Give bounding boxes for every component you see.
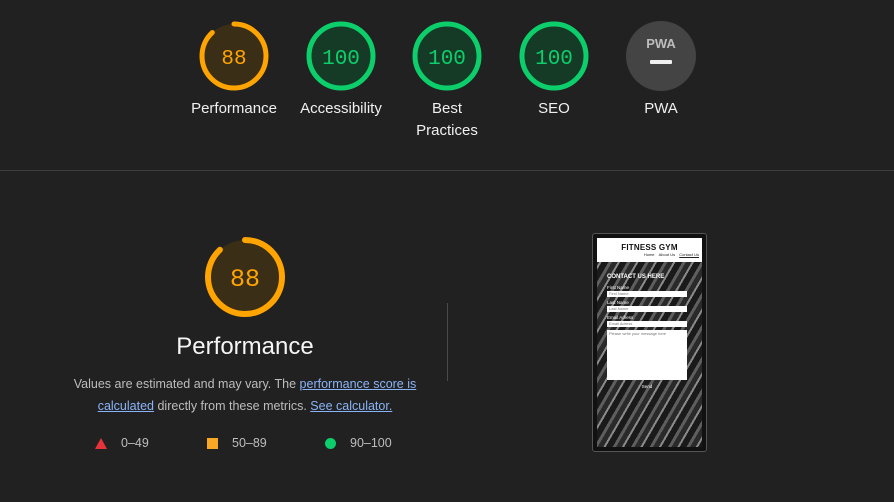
gauge-seo-label: SEO xyxy=(538,100,570,117)
email-field: Email Adress xyxy=(607,321,687,327)
see-calculator-link[interactable]: See calculator. xyxy=(310,399,392,413)
category-gauges: 88 Performance 100 Accessibility 100 Bes… xyxy=(0,0,894,170)
contact-heading: CONTACT US HERE xyxy=(607,274,665,280)
performance-gauge: 88 xyxy=(205,237,285,317)
site-nav: Home About Us Contact Us xyxy=(597,252,702,257)
pwa-badge: PWA xyxy=(626,21,696,91)
vertical-separator xyxy=(447,303,448,381)
performance-description: Values are estimated and may vary. The p… xyxy=(60,373,430,417)
gauge-best-practices-ring: 100 xyxy=(412,21,482,91)
nav-home: Home xyxy=(643,252,655,257)
legend-average-range: 50–89 xyxy=(232,436,267,450)
send-button: Send xyxy=(641,384,653,389)
gauge-seo-score: 100 xyxy=(535,48,573,71)
site-brand: FITNESS GYM xyxy=(621,243,678,252)
gauge-performance-label: Performance xyxy=(191,100,277,117)
phone-screen: FITNESS GYM Home About Us Contact Us CON… xyxy=(597,238,702,447)
legend-pass: 90–100 xyxy=(325,436,392,450)
pwa-badge-text: PWA xyxy=(646,36,676,51)
square-icon xyxy=(207,438,218,450)
section-divider xyxy=(0,170,894,171)
legend-average: 50–89 xyxy=(207,436,267,450)
triangle-icon xyxy=(95,438,107,450)
gauge-best-practices[interactable]: 100 Best Practices xyxy=(392,20,502,142)
site-header: FITNESS GYM Home About Us Contact Us xyxy=(597,238,702,262)
legend-fail: 0–49 xyxy=(95,436,149,450)
performance-section: 88 Performance Values are estimated and … xyxy=(60,235,430,417)
nav-contact: Contact Us xyxy=(679,252,699,257)
gauge-accessibility-score: 100 xyxy=(322,48,360,71)
legend-fail-range: 0–49 xyxy=(121,436,149,450)
gauge-pwa-label: PWA xyxy=(644,100,678,117)
gauge-performance-score: 88 xyxy=(221,48,246,71)
gauge-accessibility-ring: 100 xyxy=(306,21,376,91)
last-name-field: Last Name xyxy=(607,306,687,312)
gauge-performance[interactable]: 88 Performance xyxy=(179,20,289,120)
first-name-field: First Name xyxy=(607,291,687,297)
performance-desc-prefix: Values are estimated and may vary. The xyxy=(73,377,300,391)
performance-score: 88 xyxy=(230,265,260,294)
performance-desc-mid: directly from these metrics. xyxy=(154,399,311,413)
message-field: Please write your message here xyxy=(607,330,687,380)
pwa-dash-icon xyxy=(650,60,672,64)
gauge-pwa[interactable]: PWA PWA xyxy=(606,20,716,120)
contact-form: CONTACT US HERE First Name First Name La… xyxy=(607,274,687,389)
circle-icon xyxy=(325,438,336,450)
gauge-accessibility[interactable]: 100 Accessibility xyxy=(286,20,396,120)
gauge-accessibility-label: Accessibility xyxy=(300,100,382,117)
gauge-seo[interactable]: 100 SEO xyxy=(499,20,609,120)
nav-about: About Us xyxy=(658,252,676,257)
gauge-seo-ring: 100 xyxy=(519,21,589,91)
performance-title: Performance xyxy=(176,333,314,360)
gauge-best-practices-score: 100 xyxy=(428,48,466,71)
legend-pass-range: 90–100 xyxy=(350,436,392,450)
gauge-best-practices-label: Best Practices xyxy=(416,100,478,139)
gauge-performance-ring: 88 xyxy=(199,21,269,91)
final-screenshot-thumbnail[interactable]: FITNESS GYM Home About Us Contact Us CON… xyxy=(592,233,707,452)
